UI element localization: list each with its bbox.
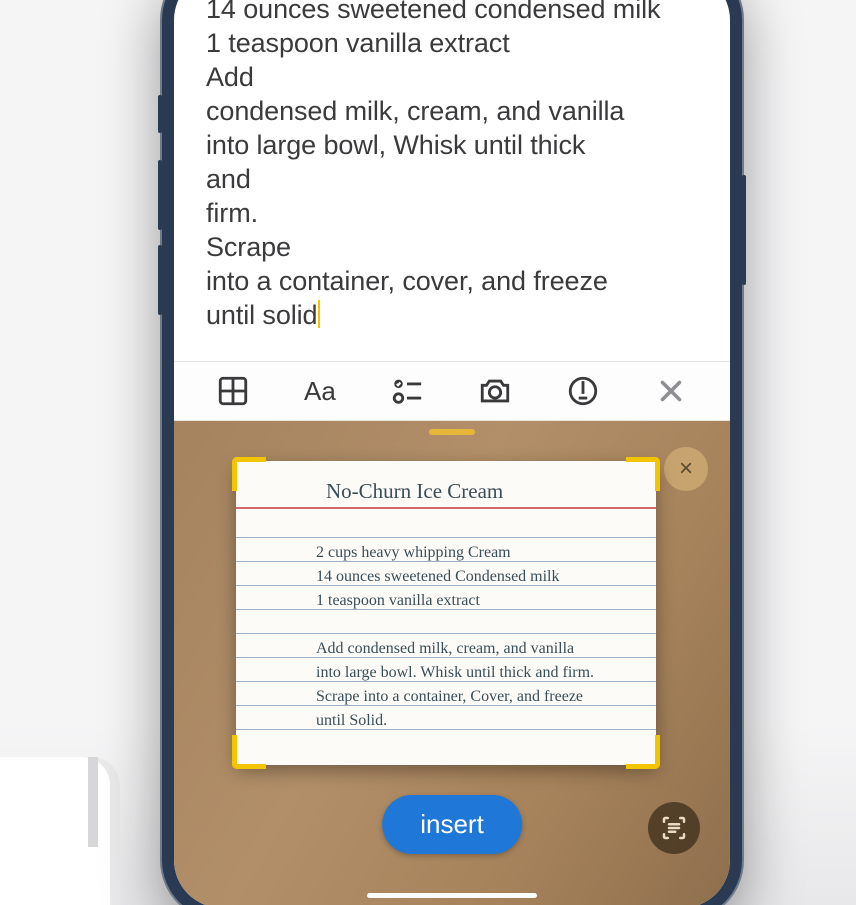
note-line: into a container, cover, and freeze [206,264,698,298]
phone-side-button [742,175,746,285]
textstyle-label: Aa [304,376,336,407]
note-line-text: until solid [206,300,317,330]
table-icon[interactable] [216,374,250,408]
insert-label: insert [420,809,484,839]
phone-frame: 14 ounces sweetened condensed milk 1 tea… [162,0,742,905]
background-decor [0,757,120,905]
camera-livetext-panel: × No-Churn Ice Cream 2 cups heavy whippi… [174,421,730,905]
note-line: firm. [206,196,698,230]
insert-button[interactable]: insert [382,795,522,854]
card-redline [236,507,656,509]
format-toolbar: Aa [174,361,730,421]
note-editor[interactable]: 14 ounces sweetened condensed milk 1 tea… [206,0,698,332]
card-body-text: 2 cups heavy whipping Cream 14 ounces sw… [316,541,626,733]
textstyle-icon[interactable]: Aa [304,374,336,408]
note-line: Add [206,60,698,94]
camera-icon[interactable] [478,374,512,408]
close-icon[interactable] [654,374,688,408]
crop-corner[interactable] [232,735,266,769]
phone-side-button [158,95,162,133]
home-indicator[interactable] [367,893,537,898]
note-line: and [206,162,698,196]
note-line: condensed milk, cream, and vanilla [206,94,698,128]
note-line: into large bowl, Whisk until thick [206,128,698,162]
text-cursor [318,300,320,328]
phone-side-button [158,160,162,230]
checklist-icon[interactable] [390,374,424,408]
note-line: Scrape [206,230,698,264]
livetext-button[interactable] [648,802,700,854]
livetext-icon [659,813,689,843]
close-icon: × [679,455,693,483]
crop-corner[interactable] [626,457,660,491]
card-rule [236,537,656,538]
panel-close-button[interactable]: × [664,447,708,491]
note-line: until solid [206,298,698,332]
crop-corner[interactable] [626,735,660,769]
note-line: 1 teaspoon vanilla extract [206,26,698,60]
scanned-card: No-Churn Ice Cream 2 cups heavy whipping… [236,461,656,765]
markup-icon[interactable] [566,374,600,408]
phone-side-button [158,245,162,315]
panel-drag-handle[interactable] [429,429,475,435]
phone-screen: 14 ounces sweetened condensed milk 1 tea… [174,0,730,905]
crop-corner[interactable] [232,457,266,491]
card-title: No-Churn Ice Cream [326,479,503,504]
note-line: 14 ounces sweetened condensed milk [206,0,698,26]
